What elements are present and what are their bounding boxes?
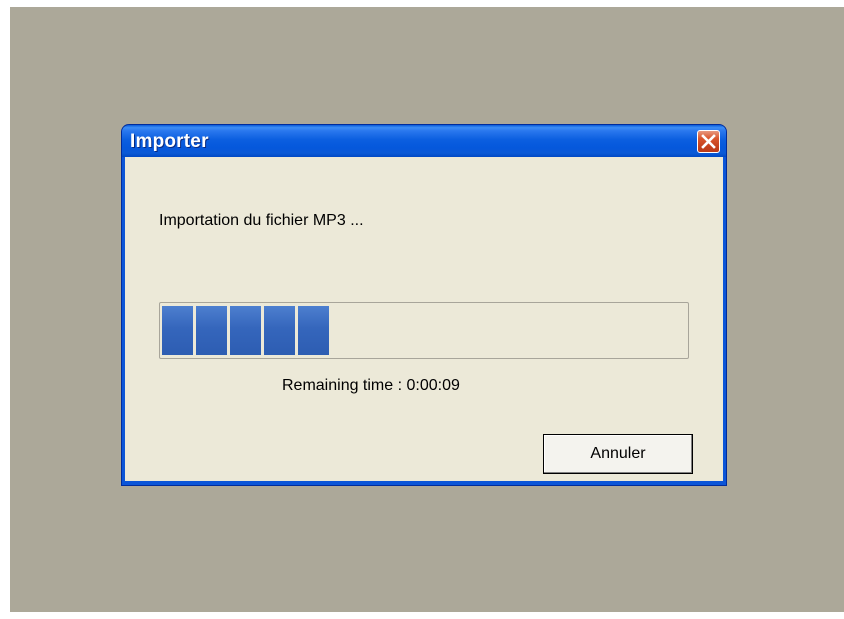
importer-dialog: Importer Importation du fichier MP3 ... …: [121, 124, 727, 486]
progress-bar: [159, 302, 689, 359]
remaining-time-label: Remaining time : 0:00:09: [282, 377, 460, 394]
window-title: Importer: [130, 131, 209, 152]
cancel-button[interactable]: Annuler: [543, 434, 693, 474]
status-message: Importation du fichier MP3 ...: [159, 212, 364, 229]
progress-segment: [264, 306, 295, 355]
progress-fill: [162, 306, 329, 355]
close-icon: [701, 134, 716, 149]
dialog-body: Importation du fichier MP3 ... Remaining…: [125, 157, 723, 481]
progress-segment: [162, 306, 193, 355]
progress-segment: [230, 306, 261, 355]
progress-segment: [196, 306, 227, 355]
title-bar[interactable]: Importer: [122, 125, 726, 157]
progress-segment: [298, 306, 329, 355]
close-button[interactable]: [697, 130, 720, 153]
